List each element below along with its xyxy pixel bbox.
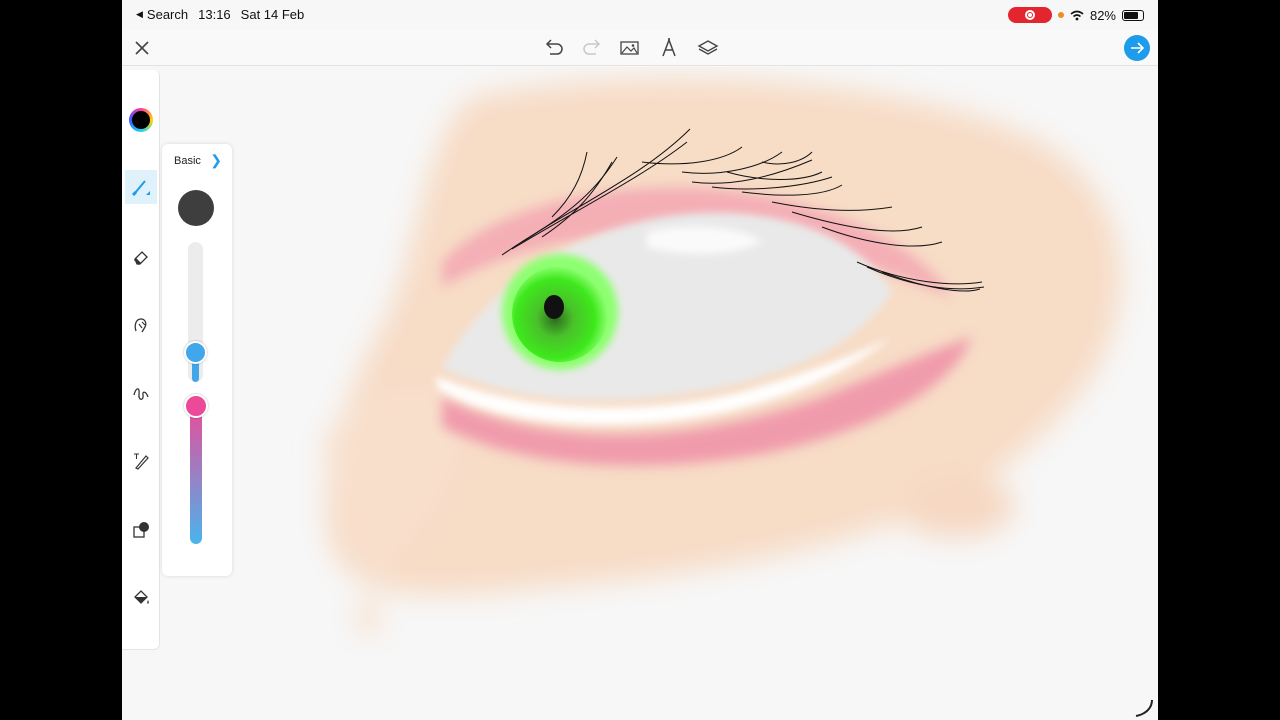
pupil xyxy=(544,295,564,319)
tool-text-pen[interactable] xyxy=(125,444,157,478)
wifi-icon xyxy=(1070,10,1084,20)
battery-percent: 82% xyxy=(1089,7,1116,23)
next-button[interactable] xyxy=(1124,35,1150,61)
layers-button[interactable] xyxy=(696,36,720,60)
brush-panel: Basic ❯ xyxy=(162,144,232,576)
back-arrow-icon[interactable]: ◀ xyxy=(136,9,143,20)
brush-category-label[interactable]: Basic xyxy=(174,155,201,167)
text-pen-icon xyxy=(134,453,149,470)
screen-recording-indicator[interactable] xyxy=(1007,7,1052,23)
insert-image-button[interactable] xyxy=(618,36,642,60)
tool-line[interactable] xyxy=(125,377,157,411)
undo-button[interactable] xyxy=(542,36,566,60)
back-label[interactable]: Search xyxy=(147,7,188,22)
text-tool-button[interactable] xyxy=(657,36,681,60)
squiggle-icon xyxy=(133,388,149,401)
microphone-indicator xyxy=(1057,12,1064,18)
chevron-right-icon[interactable]: ❯ xyxy=(210,152,222,169)
resize-handle-icon[interactable] xyxy=(1134,698,1154,718)
brush-size-knob[interactable] xyxy=(184,341,207,365)
app-screen: ◀ Search 13:16 Sat 14 Feb 82% Basic ❯ xyxy=(122,0,1158,720)
status-time: 13:16 xyxy=(198,7,231,22)
record-icon xyxy=(1024,10,1035,20)
close-button[interactable] xyxy=(130,36,154,60)
smudge-icon xyxy=(134,318,147,333)
shape-icon xyxy=(133,522,149,538)
arrow-right-icon xyxy=(1131,42,1145,54)
tool-color-picker[interactable] xyxy=(125,103,157,137)
battery-level xyxy=(1124,11,1138,19)
text-icon xyxy=(662,38,676,57)
brush-size-slider[interactable] xyxy=(184,242,207,382)
bucket-icon xyxy=(134,590,149,604)
status-left: ◀ Search 13:16 Sat 14 Feb xyxy=(136,7,304,22)
undo-icon xyxy=(545,39,563,55)
tool-shape[interactable] xyxy=(125,513,157,547)
color-wheel-icon xyxy=(129,108,153,132)
artwork xyxy=(322,78,1122,635)
redo-button[interactable] xyxy=(580,36,604,60)
drawing-canvas[interactable] xyxy=(122,67,1158,720)
brush-opacity-knob[interactable] xyxy=(184,394,208,418)
close-icon xyxy=(135,41,149,55)
iris xyxy=(502,254,618,370)
brush-preview xyxy=(178,190,214,226)
tool-rail xyxy=(122,70,160,650)
tool-smudge[interactable] xyxy=(125,308,157,342)
eraser-icon xyxy=(133,251,148,266)
brush-icon xyxy=(131,180,150,197)
top-toolbar xyxy=(122,30,1158,66)
status-bar: ◀ Search 13:16 Sat 14 Feb 82% xyxy=(122,0,1158,30)
layers-icon xyxy=(697,40,719,55)
current-color xyxy=(132,111,150,129)
tool-fill[interactable] xyxy=(125,581,157,615)
brush-opacity-slider[interactable] xyxy=(184,394,208,544)
status-date: Sat 14 Feb xyxy=(240,7,305,22)
tool-brush[interactable] xyxy=(125,170,157,204)
redo-icon xyxy=(583,39,601,55)
image-icon xyxy=(620,41,639,55)
battery-icon xyxy=(1122,9,1144,21)
tool-eraser[interactable] xyxy=(125,240,157,274)
status-right: 82% xyxy=(1007,7,1144,23)
